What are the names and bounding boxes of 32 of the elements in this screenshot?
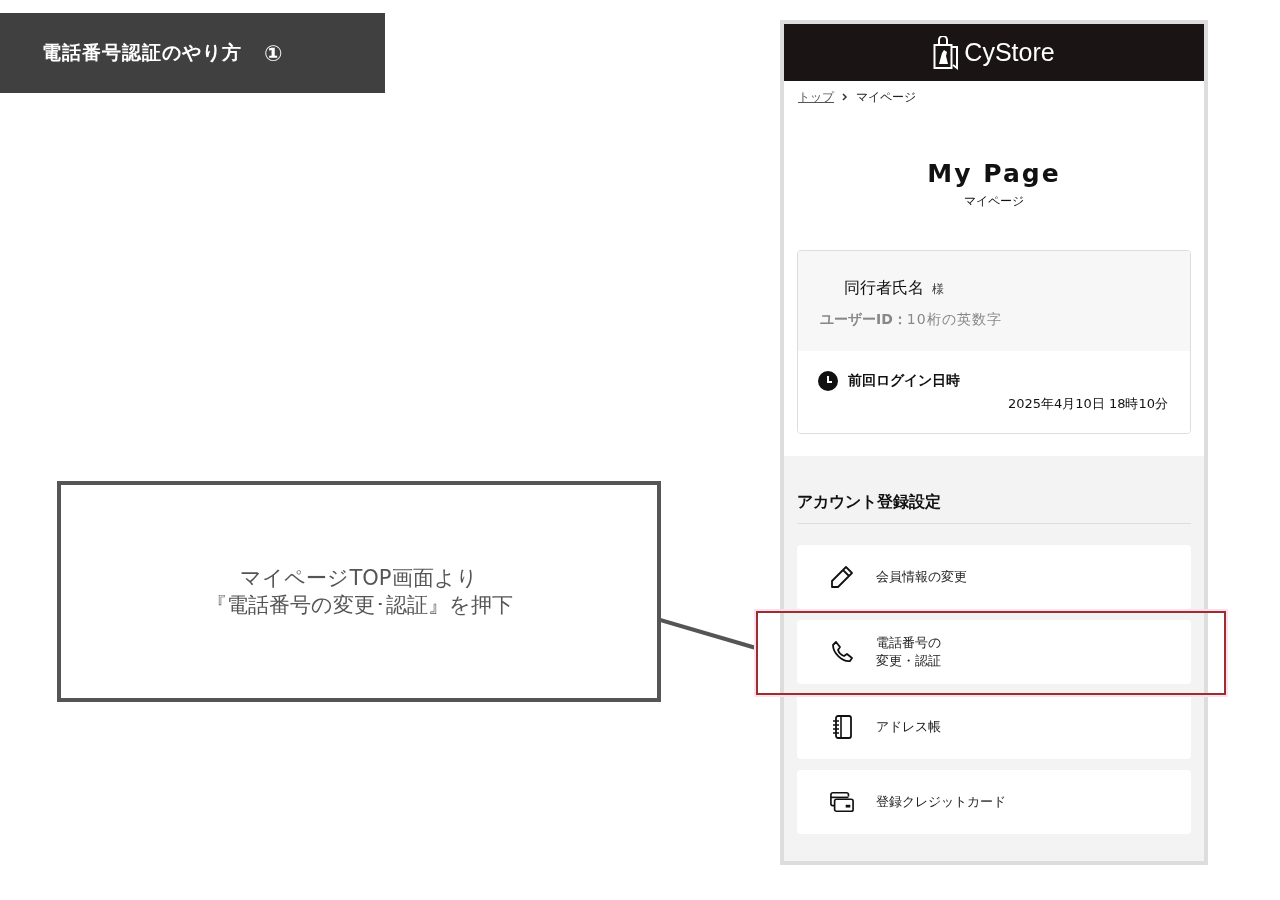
callout-text-line: 『電話番号の変更･認証』を押下 (205, 591, 513, 618)
phone-icon (830, 640, 854, 664)
menu-item[interactable]: アドレス帳 (797, 695, 1191, 759)
section-title: アカウント登録設定 (797, 492, 1191, 524)
menu-item-label: 会員情報の変更 (876, 568, 967, 586)
breadcrumb-current: マイページ (856, 88, 916, 106)
brand-name: CyStore (964, 38, 1055, 67)
menu-item[interactable]: 登録クレジットカード (797, 770, 1191, 834)
page-subtitle: マイページ (963, 193, 1025, 210)
last-login-label: 前回ログイン日時 (848, 372, 960, 390)
user-id-label: ユーザーID： (820, 311, 907, 327)
user-name: 同行者氏名 (844, 278, 924, 299)
page-title: My Page (926, 159, 1062, 188)
notebook-icon (831, 715, 853, 739)
menu-item-label: アドレス帳 (876, 718, 941, 736)
honorific: 様 (932, 281, 944, 298)
callout-text-line: マイページTOP画面より (239, 565, 479, 592)
user-id: 10桁の英数字 (906, 311, 1002, 327)
menu-item-label: 登録クレジットカード (876, 793, 1006, 811)
chevron-icon (842, 93, 848, 101)
pencil-icon (830, 565, 854, 589)
menu-item-label-line: 変更・認証 (876, 652, 941, 670)
menu-item[interactable]: 電話番号の 変更・認証 (797, 620, 1191, 684)
breadcrumb-link[interactable]: トップ (798, 88, 834, 106)
clock-icon (818, 371, 838, 391)
shopping-bag-icon (933, 35, 960, 70)
menu-item-label-line: 電話番号の (876, 634, 941, 652)
last-login-time: 2025年4月10日 18時10分 (1006, 395, 1168, 413)
banner-title: 電話番号認証のやり方 (42, 40, 242, 65)
menu-item[interactable]: 会員情報の変更 (797, 545, 1191, 609)
step-number: ① (264, 40, 283, 66)
credit-card-icon (830, 791, 854, 813)
